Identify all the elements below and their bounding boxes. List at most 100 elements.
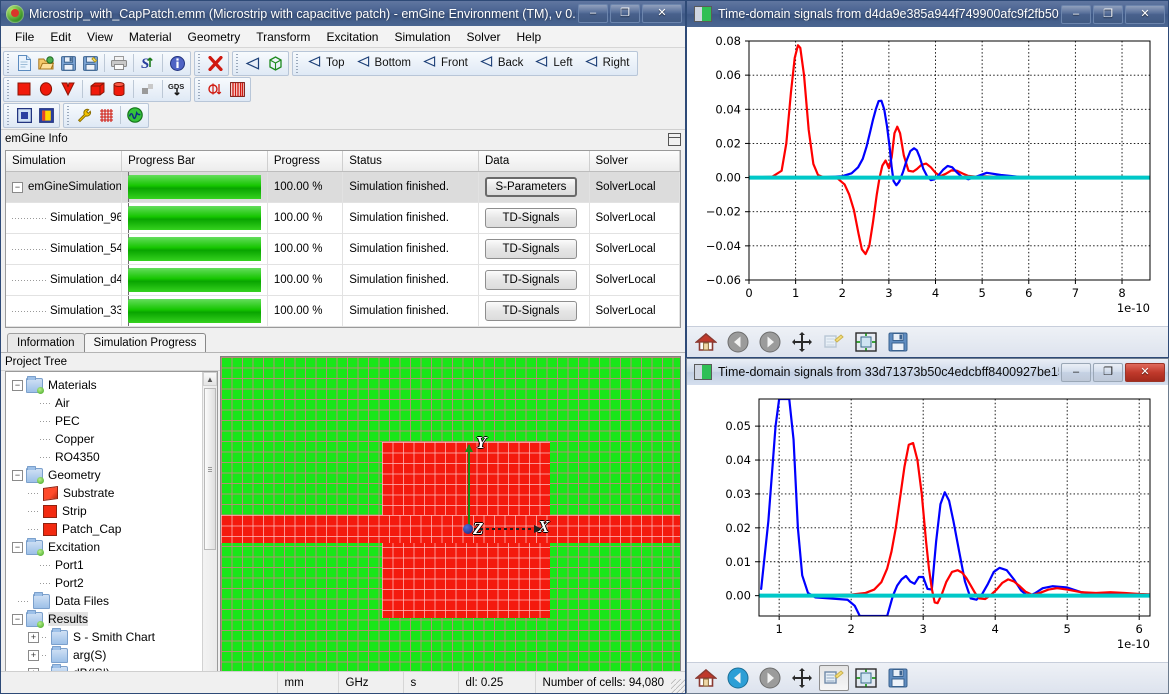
back-icon[interactable] <box>723 665 753 691</box>
tree-node-port1[interactable]: Port1 <box>6 556 217 574</box>
chart1-maximize-button[interactable]: ❐ <box>1093 4 1123 24</box>
menu-file[interactable]: File <box>7 28 42 46</box>
toolbar-grip[interactable] <box>197 53 202 73</box>
gds-import-icon[interactable]: GDS <box>166 79 188 100</box>
menu-solver[interactable]: Solver <box>459 28 509 46</box>
table-row[interactable]: Simulation_33 100.00 % Simulation finish… <box>6 295 680 327</box>
zoom-rect-icon[interactable] <box>819 665 849 691</box>
tree-node-data-files[interactable]: Data Files <box>6 591 217 610</box>
toolbar-grip[interactable] <box>6 79 11 99</box>
view-back-button[interactable]: Back <box>474 53 530 74</box>
toolbar-grip[interactable] <box>6 53 11 73</box>
tree-expander[interactable]: − <box>12 613 23 625</box>
td-signals-button[interactable]: TD-Signals <box>484 270 577 290</box>
zoom-rect-icon[interactable] <box>819 329 849 355</box>
tree-node-arg-s[interactable]: + arg(S) <box>6 645 217 664</box>
toolbar-grip[interactable] <box>6 105 11 125</box>
menu-simulation[interactable]: Simulation <box>386 28 458 46</box>
tree-node-smith-chart[interactable]: + S - Smith Chart <box>6 627 217 646</box>
project-tree-scrollbar[interactable]: ▲ ▼ <box>202 372 217 693</box>
toolbar-grip[interactable] <box>197 79 202 99</box>
chart2-titlebar[interactable]: Time-domain signals from 33d71373b50c4ed… <box>687 359 1168 385</box>
box-3d-icon[interactable] <box>86 79 108 100</box>
tree-node-air[interactable]: Air <box>6 394 217 412</box>
simulation-name-cell[interactable]: Simulation_96 <box>6 202 123 234</box>
column-header-status[interactable]: Status <box>342 151 479 172</box>
forward-icon[interactable] <box>755 329 785 355</box>
mesh-icon[interactable] <box>226 79 248 100</box>
menu-transform[interactable]: Transform <box>248 28 318 46</box>
tab-simulation-progress[interactable]: Simulation Progress <box>83 333 207 352</box>
tree-expander[interactable]: − <box>12 541 23 553</box>
toolbar-grip[interactable] <box>295 53 300 73</box>
chart1-close-button[interactable]: ✕ <box>1125 4 1165 24</box>
scroll-up-icon[interactable]: ▲ <box>203 372 217 386</box>
boolean-op-icon[interactable] <box>137 79 159 100</box>
view-angle-icon[interactable] <box>242 53 264 74</box>
tree-node-geometry[interactable]: − Geometry <box>6 465 217 484</box>
view-front-button[interactable]: Front <box>417 53 474 74</box>
tree-node-ro4350[interactable]: RO4350 <box>6 448 217 466</box>
gradient-icon[interactable] <box>35 105 57 126</box>
home-icon[interactable] <box>691 329 721 355</box>
tree-expander[interactable]: − <box>12 181 23 193</box>
toolbar-grip[interactable] <box>235 53 240 73</box>
tree-node-patch-cap[interactable]: Patch_Cap <box>6 520 217 538</box>
port-icon[interactable] <box>204 79 226 100</box>
pan-icon[interactable] <box>787 665 817 691</box>
frame-icon[interactable] <box>13 105 35 126</box>
tree-node-excitation[interactable]: − Excitation <box>6 537 217 556</box>
s-parameters-icon[interactable]: S <box>137 53 159 74</box>
tree-node-substrate[interactable]: Substrate <box>6 484 217 502</box>
td-signals-button[interactable]: TD-Signals <box>484 208 577 228</box>
chart1-minimize-button[interactable]: – <box>1061 4 1091 24</box>
simulation-name-cell[interactable]: Simulation_d4 <box>6 264 123 296</box>
save-as-icon[interactable] <box>79 53 101 74</box>
tree-node-strip[interactable]: Strip <box>6 502 217 520</box>
column-header-data[interactable]: Data <box>478 151 590 172</box>
mesh-grid-icon[interactable] <box>95 105 117 126</box>
simulation-name-cell[interactable]: Simulation_54 <box>6 233 123 265</box>
new-document-icon[interactable] <box>13 53 35 74</box>
forward-icon[interactable] <box>755 665 785 691</box>
view-left-button[interactable]: Left <box>529 53 578 74</box>
menu-help[interactable]: Help <box>509 28 550 46</box>
simulation-name-cell[interactable]: − emGineSimulation <box>6 171 123 203</box>
back-icon[interactable] <box>723 329 753 355</box>
table-row[interactable]: Simulation_54 100.00 % Simulation finish… <box>6 233 680 265</box>
resize-grip[interactable] <box>671 679 685 693</box>
tree-expander[interactable]: + <box>28 649 39 661</box>
save-icon[interactable] <box>57 53 79 74</box>
table-row[interactable]: − emGineSimulation 100.00 % Simulation f… <box>6 171 680 203</box>
toolbar-grip[interactable] <box>66 105 71 125</box>
tab-information[interactable]: Information <box>7 333 85 352</box>
tree-node-materials[interactable]: − Materials <box>6 375 217 394</box>
chart2-close-button[interactable]: ✕ <box>1125 362 1165 382</box>
minimize-button[interactable]: – <box>578 4 608 23</box>
maximize-button[interactable]: ❐ <box>610 4 640 23</box>
tree-node-port2[interactable]: Port2 <box>6 574 217 592</box>
run-simulation-icon[interactable] <box>124 105 146 126</box>
tree-node-results[interactable]: − Results <box>6 609 217 628</box>
subplots-icon[interactable] <box>851 329 881 355</box>
view-cube-icon[interactable] <box>264 53 286 74</box>
table-row[interactable]: Simulation_d4 100.00 % Simulation finish… <box>6 264 680 296</box>
chart2-maximize-button[interactable]: ❐ <box>1093 362 1123 382</box>
close-button[interactable]: ✕ <box>642 4 682 23</box>
ellipse-icon[interactable] <box>35 79 57 100</box>
s-parameters-button[interactable]: S-Parameters <box>484 177 577 197</box>
save-icon[interactable] <box>883 329 913 355</box>
subplots-icon[interactable] <box>851 665 881 691</box>
column-header-solver[interactable]: Solver <box>589 151 680 172</box>
chart2-canvas[interactable]: 1 2 3 4 5 6 0.00 0.01 0.02 0.03 0.04 0.05 1e-10 <box>687 385 1168 662</box>
menu-material[interactable]: Material <box>121 28 180 46</box>
polygon-icon[interactable] <box>57 79 79 100</box>
td-signals-button[interactable]: TD-Signals <box>484 301 577 321</box>
column-header-progress[interactable]: Progress <box>267 151 344 172</box>
view-right-button[interactable]: Right <box>579 53 636 74</box>
column-header-progress-bar[interactable]: Progress Bar <box>121 151 268 172</box>
tree-expander[interactable]: − <box>12 379 23 391</box>
tree-node-copper[interactable]: Copper <box>6 430 217 448</box>
menu-geometry[interactable]: Geometry <box>180 28 249 46</box>
restore-panel-icon[interactable] <box>668 132 681 146</box>
